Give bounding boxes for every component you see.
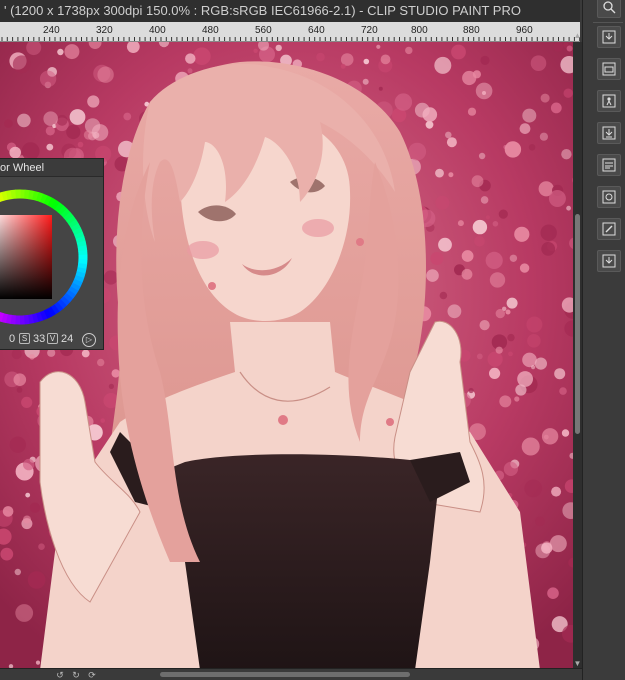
ruler-label: 560 (255, 25, 272, 36)
artwork (0, 42, 578, 670)
window-title: ' (1200 x 1738px 300dpi 150.0% : RGB:sRG… (0, 0, 580, 22)
h-value: 0 (9, 333, 16, 345)
document-icon[interactable] (597, 154, 621, 176)
s-label: S (19, 333, 30, 344)
black-dress (160, 454, 440, 670)
right-earring (356, 238, 364, 246)
ruler-label: 880 (463, 25, 480, 36)
clip-studio-window: ' (1200 x 1738px 300dpi 150.0% : RGB:sRG… (0, 0, 625, 680)
ruler-label: 720 (361, 25, 378, 36)
ruler-label: 480 (202, 25, 219, 36)
color-wheel-values: 0 S 33 V 24 ▷ (0, 329, 104, 349)
s-value: 33 (33, 333, 46, 345)
ruler-label: 800 (411, 25, 428, 36)
vertical-scrollbar[interactable] (573, 42, 582, 670)
color-wheel-title: or Wheel (0, 159, 103, 177)
horizontal-scroll-thumb[interactable] (160, 672, 410, 677)
ruler-ticks (1, 37, 580, 41)
canvas-bottom-bar: ↺ ↻ ⟳ (0, 668, 582, 680)
necklace-pendant (278, 415, 288, 425)
left-blush (187, 241, 219, 259)
ruler-label: 240 (43, 25, 60, 36)
drawing-canvas[interactable] (0, 42, 578, 670)
right-blush (302, 219, 334, 237)
download-icon[interactable] (597, 122, 621, 144)
color-wheel[interactable] (0, 177, 104, 327)
camera-icon[interactable] (597, 186, 621, 208)
person-export-icon[interactable] (597, 90, 621, 112)
scroll-up-arrow[interactable]: ▲ (573, 30, 582, 42)
edit-icon[interactable] (597, 218, 621, 240)
v-label: V (47, 333, 58, 344)
color-wheel-palette[interactable]: or Wheel 0 S 33 V 24 ▷ (0, 158, 104, 350)
rotate-left-icon[interactable]: ↺ (54, 670, 66, 680)
left-earring (208, 282, 216, 290)
ruler-label: 320 (96, 25, 113, 36)
download-alt-icon[interactable] (597, 250, 621, 272)
bracelet-flower (386, 418, 394, 426)
navigator-icon[interactable] (597, 0, 621, 18)
right-command-bar (582, 0, 625, 680)
ruler-label: 400 (149, 25, 166, 36)
v-value: 24 (61, 333, 74, 345)
reset-rotation-icon[interactable]: ⟳ (86, 670, 98, 680)
import-icon[interactable] (597, 26, 621, 48)
color-mode-toggle-icon[interactable]: ▷ (82, 333, 96, 347)
ruler-label: 640 (308, 25, 325, 36)
panel-divider (593, 22, 623, 23)
rotate-right-icon[interactable]: ↻ (70, 670, 82, 680)
vertical-scroll-thumb[interactable] (575, 214, 580, 434)
folder-icon[interactable] (597, 58, 621, 80)
color-wheel-body (0, 177, 104, 327)
ruler-label: 960 (516, 25, 533, 36)
horizontal-ruler: 240 320 400 480 560 640 720 800 880 960 (0, 22, 580, 42)
